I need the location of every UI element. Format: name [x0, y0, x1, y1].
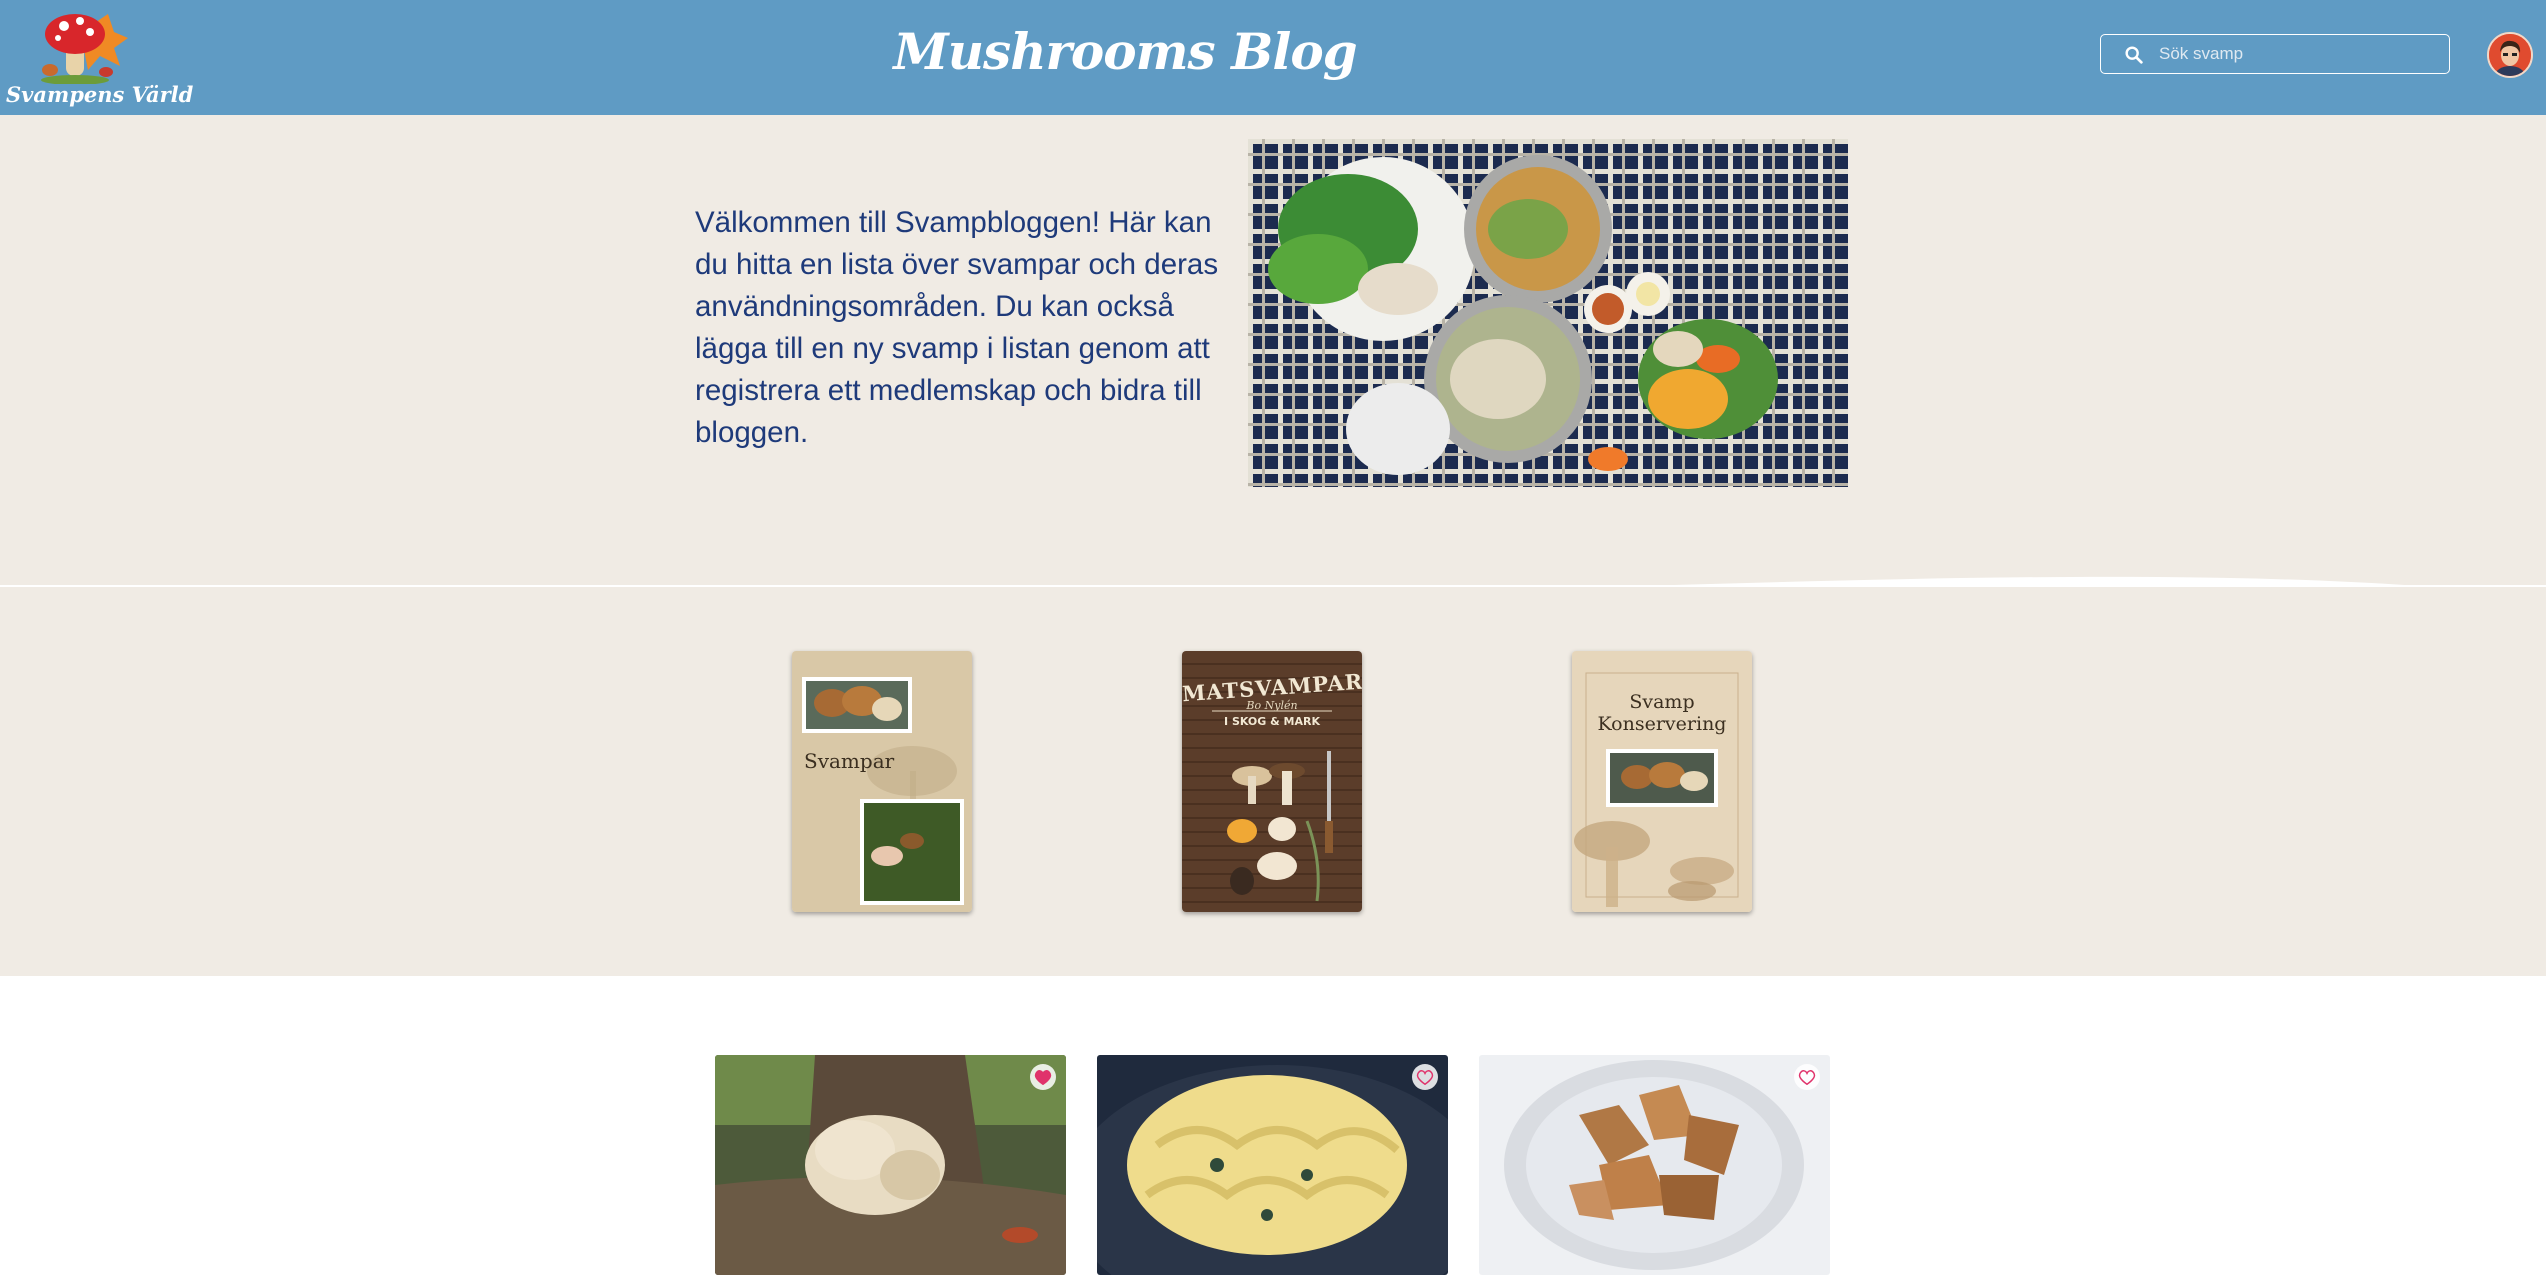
- page-title: Mushrooms Blog: [893, 22, 1357, 81]
- books-section: Svampar MATSVAMPAR Bo Nylén I SKOG & MAR…: [0, 587, 2546, 976]
- mushroom-card[interactable]: [715, 1055, 1066, 1275]
- favorite-button[interactable]: [1030, 1064, 1056, 1090]
- site-logo[interactable]: Svampens Värld: [6, 4, 193, 112]
- mushroom-card[interactable]: [1097, 1055, 1448, 1275]
- user-avatar[interactable]: [2487, 32, 2533, 78]
- search-icon[interactable]: [2123, 44, 2145, 66]
- heart-icon: [1034, 1070, 1052, 1085]
- book-title-line-2: Konservering: [1597, 713, 1727, 735]
- book-cover-matsvampar[interactable]: MATSVAMPAR Bo Nylén I SKOG & MARK: [1182, 651, 1362, 912]
- book-title: Svampar: [804, 749, 895, 773]
- mushroom-photo: [1479, 1055, 1830, 1275]
- mushroom-cards-section: [0, 976, 2546, 1275]
- favorite-button[interactable]: [1412, 1064, 1438, 1090]
- hero-photo: [1248, 139, 1848, 487]
- mushroom-photo: [1097, 1055, 1448, 1275]
- site-header: Svampens Värld Mushrooms Blog: [0, 0, 2546, 115]
- favorite-button[interactable]: [1794, 1064, 1820, 1090]
- search-box[interactable]: [2100, 34, 2450, 74]
- book-cover-svampar[interactable]: Svampar: [792, 651, 972, 912]
- book-cover-svamp-konservering[interactable]: Svamp Konservering: [1572, 651, 1752, 912]
- mushroom-card[interactable]: [1479, 1055, 1830, 1275]
- book-subtitle: I SKOG & MARK: [1224, 715, 1320, 728]
- search-input[interactable]: [2159, 35, 2439, 72]
- mushroom-logo-icon: [41, 14, 128, 84]
- hero-intro-text: Välkommen till Svampbloggen! Här kan du …: [695, 206, 1219, 449]
- avatar-icon: [2489, 34, 2531, 76]
- book-author: Bo Nylén: [1246, 699, 1298, 712]
- mushroom-photo: [715, 1055, 1066, 1275]
- logo-text: Svampens Värld: [6, 82, 194, 107]
- heart-icon: [1798, 1070, 1816, 1085]
- book-title-line-1: Svamp: [1629, 691, 1695, 713]
- heart-icon: [1416, 1070, 1434, 1085]
